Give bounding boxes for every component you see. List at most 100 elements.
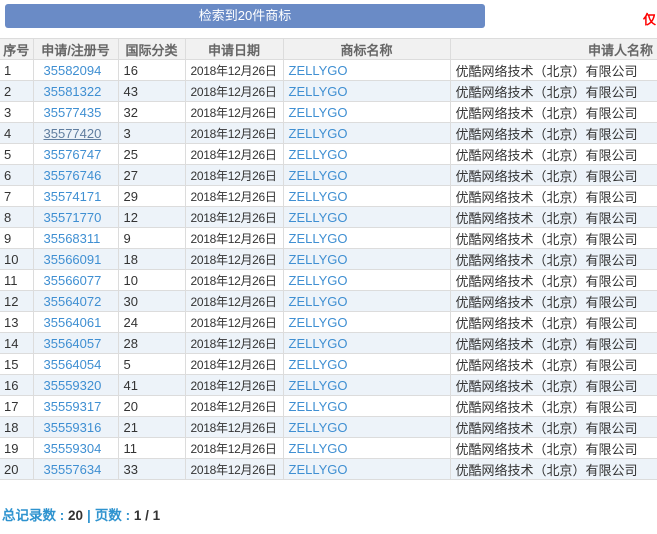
serial-number-cell: 10	[0, 249, 33, 270]
table-row: 1 35582094 16 2018年12月26日 ZELLYGO 优酷网络技术…	[0, 60, 657, 81]
application-date-cell: 2018年12月26日	[185, 417, 283, 438]
total-records-value: 20	[68, 508, 83, 523]
trademark-name-text: ZELLYGO	[289, 231, 348, 246]
table-row: 13 35564061 24 2018年12月26日 ZELLYGO 优酷网络技…	[0, 312, 657, 333]
table-row: 9 35568311 9 2018年12月26日 ZELLYGO 优酷网络技术（…	[0, 228, 657, 249]
applicant-name-cell: 优酷网络技术（北京）有限公司	[450, 186, 657, 207]
application-number-cell: 35557634	[33, 459, 118, 480]
application-number-cell: 35568311	[33, 228, 118, 249]
application-number-link[interactable]: 35559320	[44, 378, 102, 393]
application-number-link[interactable]: 35568311	[44, 231, 101, 246]
applicant-name-cell: 优酷网络技术（北京）有限公司	[450, 165, 657, 186]
application-number-link[interactable]: 35564072	[44, 294, 102, 309]
international-class-cell: 9	[118, 228, 185, 249]
application-date-cell: 2018年12月26日	[185, 123, 283, 144]
table-row: 14 35564057 28 2018年12月26日 ZELLYGO 优酷网络技…	[0, 333, 657, 354]
serial-number-cell: 7	[0, 186, 33, 207]
trademark-name-text: ZELLYGO	[289, 441, 348, 456]
application-date-cell: 2018年12月26日	[185, 291, 283, 312]
trademark-name-cell: ZELLYGO	[283, 186, 450, 207]
trademark-name-text: ZELLYGO	[289, 63, 348, 78]
trademark-name-cell: ZELLYGO	[283, 207, 450, 228]
disclaimer-note: 仅	[643, 9, 656, 28]
international-class-cell: 12	[118, 207, 185, 228]
header-international-class: 国际分类	[118, 39, 185, 60]
trademark-name-cell: ZELLYGO	[283, 249, 450, 270]
serial-number-cell: 14	[0, 333, 33, 354]
application-number-cell: 35577435	[33, 102, 118, 123]
trademark-name-cell: ZELLYGO	[283, 102, 450, 123]
application-number-link[interactable]: 35559304	[44, 441, 102, 456]
trademark-name-cell: ZELLYGO	[283, 333, 450, 354]
page-count-label: 页数	[95, 508, 122, 523]
application-number-link[interactable]: 35577420	[44, 126, 102, 141]
application-number-link[interactable]: 35559317	[44, 399, 102, 414]
international-class-cell: 30	[118, 291, 185, 312]
application-date-cell: 2018年12月26日	[185, 165, 283, 186]
application-date-cell: 2018年12月26日	[185, 60, 283, 81]
applicant-name-cell: 优酷网络技术（北京）有限公司	[450, 459, 657, 480]
application-number-link[interactable]: 35582094	[44, 63, 102, 78]
serial-number-cell: 20	[0, 459, 33, 480]
application-number-cell: 35566091	[33, 249, 118, 270]
trademark-name-text: ZELLYGO	[289, 462, 348, 477]
table-row: 11 35566077 10 2018年12月26日 ZELLYGO 优酷网络技…	[0, 270, 657, 291]
results-count-banner: 检索到20件商标	[5, 4, 485, 28]
application-number-link[interactable]: 35564057	[44, 336, 102, 351]
trademark-name-cell: ZELLYGO	[283, 438, 450, 459]
table-row: 19 35559304 11 2018年12月26日 ZELLYGO 优酷网络技…	[0, 438, 657, 459]
application-number-cell: 35564057	[33, 333, 118, 354]
results-banner: 检索到20件商标 仅	[0, 0, 657, 38]
trademark-name-text: ZELLYGO	[289, 420, 348, 435]
application-number-link[interactable]: 35559316	[44, 420, 102, 435]
application-number-link[interactable]: 35574171	[44, 189, 102, 204]
table-row: 2 35581322 43 2018年12月26日 ZELLYGO 优酷网络技术…	[0, 81, 657, 102]
applicant-name-cell: 优酷网络技术（北京）有限公司	[450, 270, 657, 291]
table-row: 20 35557634 33 2018年12月26日 ZELLYGO 优酷网络技…	[0, 459, 657, 480]
applicant-name-cell: 优酷网络技术（北京）有限公司	[450, 333, 657, 354]
application-number-link[interactable]: 35564061	[44, 315, 102, 330]
trademark-name-text: ZELLYGO	[289, 294, 348, 309]
application-number-link[interactable]: 35576746	[44, 168, 102, 183]
trademark-name-cell: ZELLYGO	[283, 459, 450, 480]
applicant-name-cell: 优酷网络技术（北京）有限公司	[450, 417, 657, 438]
applicant-name-cell: 优酷网络技术（北京）有限公司	[450, 81, 657, 102]
application-date-cell: 2018年12月26日	[185, 207, 283, 228]
application-number-link[interactable]: 35566077	[44, 273, 102, 288]
header-serial-number: 序号	[0, 39, 33, 60]
application-number-cell: 35576746	[33, 165, 118, 186]
international-class-cell: 5	[118, 354, 185, 375]
applicant-name-cell: 优酷网络技术（北京）有限公司	[450, 228, 657, 249]
application-date-cell: 2018年12月26日	[185, 438, 283, 459]
applicant-name-cell: 优酷网络技术（北京）有限公司	[450, 312, 657, 333]
application-number-cell: 35564061	[33, 312, 118, 333]
serial-number-cell: 13	[0, 312, 33, 333]
table-row: 18 35559316 21 2018年12月26日 ZELLYGO 优酷网络技…	[0, 417, 657, 438]
international-class-cell: 33	[118, 459, 185, 480]
serial-number-cell: 18	[0, 417, 33, 438]
application-number-link[interactable]: 35577435	[44, 105, 102, 120]
application-number-link[interactable]: 35566091	[44, 252, 102, 267]
international-class-cell: 43	[118, 81, 185, 102]
table-row: 8 35571770 12 2018年12月26日 ZELLYGO 优酷网络技术…	[0, 207, 657, 228]
serial-number-cell: 11	[0, 270, 33, 291]
trademark-name-cell: ZELLYGO	[283, 123, 450, 144]
trademark-name-text: ZELLYGO	[289, 189, 348, 204]
table-row: 10 35566091 18 2018年12月26日 ZELLYGO 优酷网络技…	[0, 249, 657, 270]
application-number-link[interactable]: 35564054	[44, 357, 102, 372]
applicant-name-cell: 优酷网络技术（北京）有限公司	[450, 396, 657, 417]
trademark-name-cell: ZELLYGO	[283, 312, 450, 333]
table-header-row: 序号 申请/注册号 国际分类 申请日期 商标名称 申请人名称	[0, 39, 657, 60]
application-number-link[interactable]: 35581322	[44, 84, 102, 99]
international-class-cell: 16	[118, 60, 185, 81]
trademark-search-results-page: { "colors": { "banner_blue": "#6a8bc6", …	[0, 0, 657, 534]
application-date-cell: 2018年12月26日	[185, 228, 283, 249]
table-header: 序号 申请/注册号 国际分类 申请日期 商标名称 申请人名称	[0, 39, 657, 60]
application-date-cell: 2018年12月26日	[185, 102, 283, 123]
application-number-link[interactable]: 35576747	[44, 147, 102, 162]
trademark-results-table: 序号 申请/注册号 国际分类 申请日期 商标名称 申请人名称 1 3558209…	[0, 38, 657, 480]
trademark-name-cell: ZELLYGO	[283, 291, 450, 312]
application-number-link[interactable]: 35571770	[44, 210, 102, 225]
application-number-link[interactable]: 35557634	[44, 462, 102, 477]
application-number-cell: 35576747	[33, 144, 118, 165]
